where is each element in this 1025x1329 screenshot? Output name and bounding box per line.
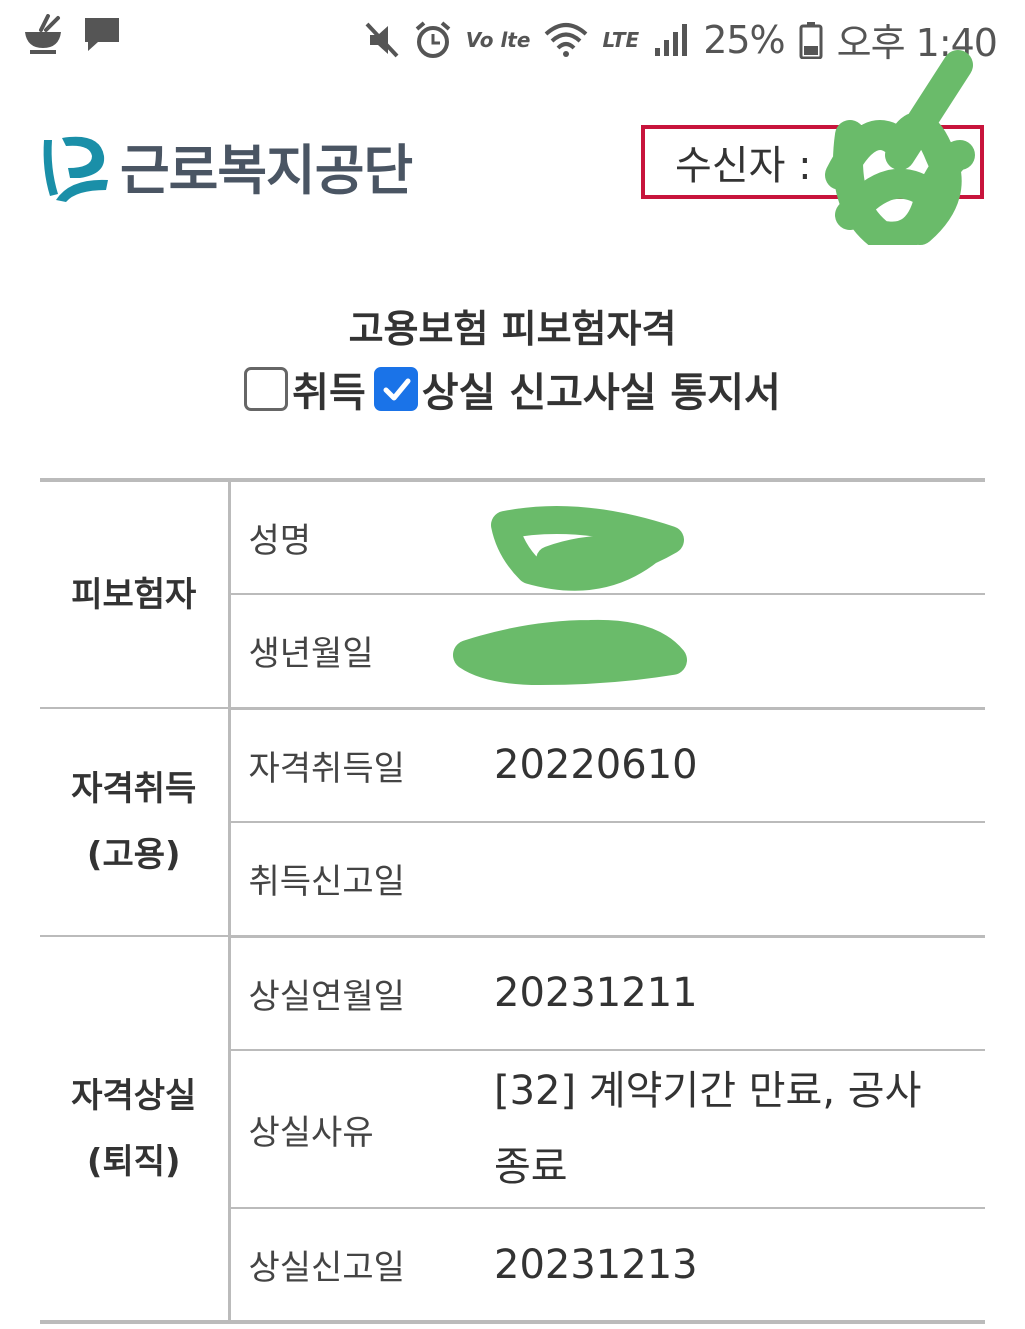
signal-icon [653,22,689,58]
acquire-group-line1: 자격취득 [71,769,197,809]
acquire-group-line2: (고용) [86,835,181,875]
acquire-date-label: 자격취득일 [229,708,494,823]
document-subtitle: 취득 상실 신고사실 통지서 [0,360,1025,418]
lose-report-label: 상실신고일 [248,1248,405,1288]
alarm-icon [414,20,452,59]
recipient-box: 수신자 : [641,125,984,199]
acquire-group-label: 자격취득 (고용) [40,708,231,937]
checkmark-icon [383,378,411,401]
table-row: 자격상실 (퇴직) 상실연월일 20231211 [40,936,985,1323]
lose-date-value: 20231211 [494,936,985,1051]
lose-checkbox[interactable] [373,367,418,411]
insurance-table: 피보험자 성명 생년월일 자격취득 (고용) 자격취득일 20220610 취득… [40,478,985,1324]
lose-reason-value: [32] 계약기간 만료, 공사 종료 [494,1050,985,1209]
acquire-report-value [494,822,985,938]
lose-label: 상실 신고사실 통지서 [421,370,781,416]
clock: 오후 1:40 [836,21,998,65]
lose-report-value: 20231213 [494,1241,698,1288]
logo-mark-icon [40,130,110,202]
table-row: 자격취득 (고용) 자격취득일 20220610 [40,708,985,937]
logo-text: 근로복지공단 [120,139,413,202]
lte-label: LTE [602,27,640,52]
birth-label: 생년월일 [229,594,494,710]
battery-percent: 25% [703,17,785,62]
bowl-icon [22,14,64,54]
chat-icon [82,14,122,54]
recipient-label: 수신자 : [675,143,812,189]
battery-icon [799,21,823,59]
lose-group-line2: (퇴직) [86,1141,181,1182]
insured-group-label: 피보험자 [40,480,231,709]
lose-date-label: 상실연월일 [229,936,494,1051]
volte-label: Vo lte [465,27,531,52]
kcomwel-logo: 근로복지공단 [40,126,413,205]
document-title: 고용보험 피보험자격 [348,307,677,351]
acquire-date-value: 20220610 [494,708,985,823]
name-value [494,480,985,595]
mute-icon [364,21,400,59]
status-bar: Vo lte LTE 25% 오후 1:40 [0,0,1025,78]
wifi-icon [544,22,588,58]
birth-value [494,594,985,710]
table-row: 피보험자 성명 [40,480,985,709]
notice-page: Vo lte LTE 25% 오후 1:40 근로복지공단 수신자: 고용보험… [0,0,1025,1329]
name-label: 성명 [229,480,494,595]
lose-reason-label: 상실사유 [229,1050,494,1209]
acquire-label: 취득 [292,370,366,416]
lose-group-line1: 자격상실 [71,1075,197,1116]
lose-group-label: 자격상실 (퇴직) [40,936,231,1323]
acquire-checkbox[interactable] [244,367,289,411]
acquire-report-label: 취득신고일 [229,822,494,938]
